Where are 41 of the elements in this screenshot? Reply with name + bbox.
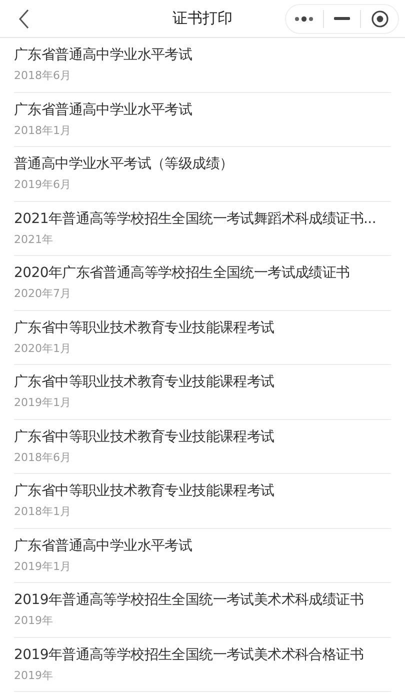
target-icon [370,10,389,28]
certificate-title: 2019年普通高等学校招生全国统一考试美术术科成绩证书 [14,591,364,610]
certificate-item[interactable]: 广东省中等职业技术教育专业技能课程考试 2020年1月 [14,310,391,365]
certificate-title: 2021年普通高等学校招生全国统一考试舞蹈术科成绩证书... [14,210,376,229]
certificate-item[interactable]: 广东省中等职业技术教育专业技能课程考试 2018年1月 [14,474,391,528]
certificate-date: 2018年1月 [14,504,71,520]
certificate-item[interactable]: 广东省中等职业技术教育专业技能课程考试 2019年1月 [14,365,391,420]
certificate-item[interactable]: 广东省中等职业技术教育专业技能课程考试 2018年6月 [14,420,391,474]
page-title: 证书打印 [172,8,232,30]
certificate-date: 2019年1月 [14,558,71,575]
certificate-title: 广东省中等职业技术教育专业技能课程考试 [14,428,274,447]
certificate-date: 2018年6月 [14,450,71,466]
certificate-item[interactable]: 广东省普通高中学业水平考试 2018年6月 [14,38,391,92]
certificate-title: 2019年普通高等学校招生全国统一考试美术术科合格证书 [14,646,364,665]
certificate-title: 普通高中学业水平考试（等级成绩） [14,155,234,174]
certificate-title: 2020年广东省普通高等学校招生全国统一考试成绩证书 [14,264,350,284]
certificate-item[interactable]: 普通高中学业水平考试（等级成绩） 2019年6月 [14,147,391,202]
certificate-date: 2019年 [14,668,53,684]
certificate-title: 广东省普通高中学业水平考试 [14,536,192,556]
certificate-item[interactable]: 广东省普通高中学业水平考试 2019年1月 [14,528,391,583]
certificate-item[interactable]: 2020年广东省普通高等学校招生全国统一考试成绩证书 2020年7月 [14,256,391,310]
certificate-date: 2018年1月 [14,122,71,139]
certificate-item[interactable]: 广东省普通高中学业水平考试 2018年1月 [14,92,391,147]
certificate-date: 2019年 [14,613,53,630]
certificate-title: 广东省中等职业技术教育专业技能课程考试 [14,373,274,392]
certificate-date: 2020年1月 [14,340,71,357]
back-icon [18,8,30,28]
minus-icon [334,17,350,20]
certificate-date: 2019年1月 [14,395,71,412]
certificate-date: 2020年7月 [14,286,71,302]
certificate-date: 2019年6月 [14,177,71,194]
certificate-item[interactable]: 2019年普通高等学校招生全国统一考试美术术科成绩证书 2019年 [14,583,391,638]
certificate-title: 广东省中等职业技术教育专业技能课程考试 [14,482,274,502]
more-icon [294,16,314,22]
certificate-item[interactable]: 2021年普通高等学校招生全国统一考试舞蹈术科成绩证书... 2021年 [14,202,391,256]
certificate-title: 广东省普通高中学业水平考试 [14,100,192,120]
certificate-item[interactable]: 2019年普通高等学校招生全国统一考试美术术科合格证书 2019年 [14,638,391,692]
certificate-date: 2021年 [14,232,53,248]
certificate-title: 广东省中等职业技术教育专业技能课程考试 [14,318,274,338]
certificate-title: 广东省普通高中学业水平考试 [14,46,192,66]
certificate-date: 2018年6月 [14,68,71,84]
